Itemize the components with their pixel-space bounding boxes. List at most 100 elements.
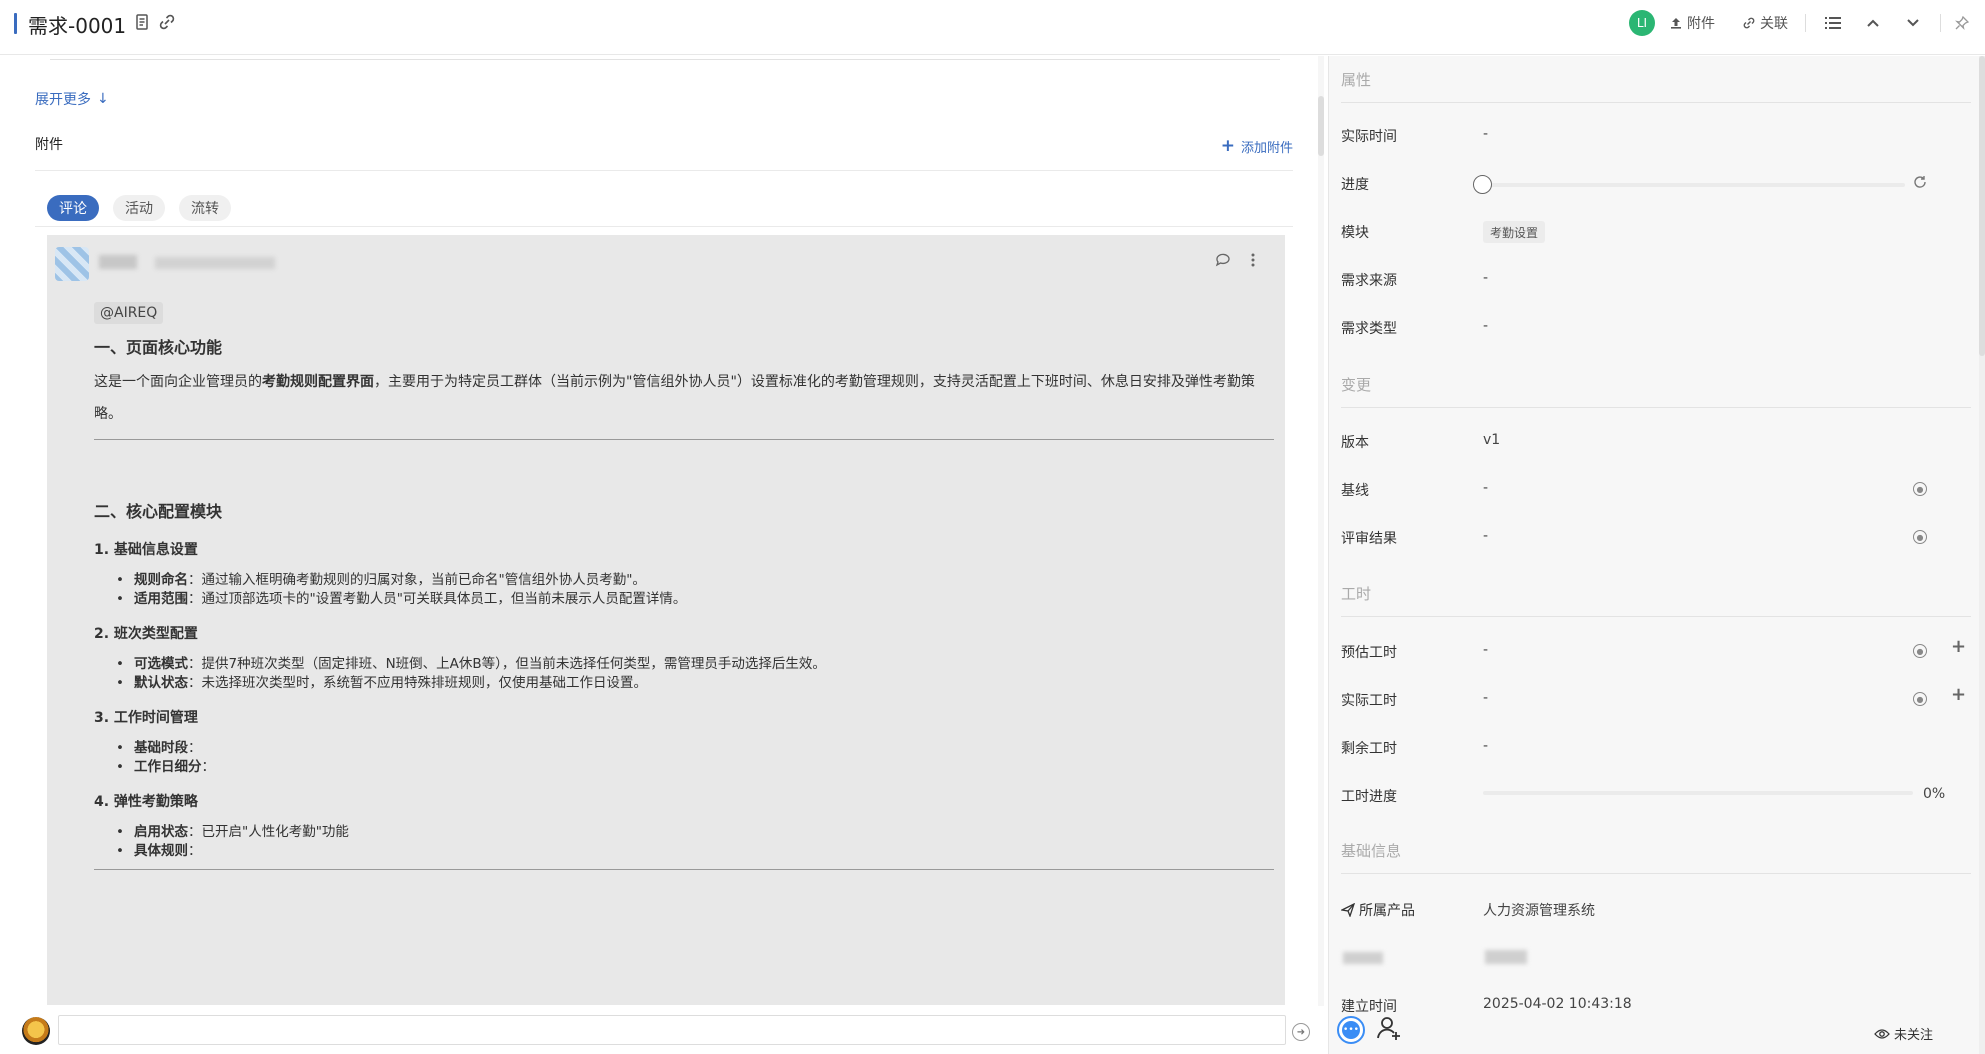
sub-heading: 2. 班次类型配置 xyxy=(94,626,198,642)
section-title-basic: 基础信息 xyxy=(1341,842,1402,860)
item-text: ： xyxy=(188,843,202,859)
prop-label-hours-progress: 工时进度 xyxy=(1341,789,1397,805)
section-heading: 二、核心配置模块 xyxy=(94,502,223,521)
prop-value-remain-hours[interactable]: - xyxy=(1483,738,1488,754)
divider xyxy=(1341,407,1971,408)
divider xyxy=(1805,14,1806,32)
item-text: ： xyxy=(188,740,202,756)
prop-label-baseline: 基线 xyxy=(1341,483,1369,499)
sub-heading: 1. 基础信息设置 xyxy=(94,542,198,558)
expand-more-link[interactable]: 展开更多 ↓ xyxy=(35,89,109,109)
intro-paragraph: 这是一个面向企业管理员的考勤规则配置界面，主要用于为特定员工群体（当前示例为"管… xyxy=(94,366,1274,430)
sub-heading: 3. 工作时间管理 xyxy=(94,710,198,726)
add-attachment-button[interactable]: + 添加附件 xyxy=(1221,136,1293,156)
plus-icon: + xyxy=(1220,136,1235,156)
header-pin[interactable] xyxy=(1955,10,1969,36)
prop-label-actual-time: 实际时间 xyxy=(1341,129,1397,145)
prop-label-version: 版本 xyxy=(1341,435,1369,451)
properties-panel: 属性 实际时间 - 进度 模块 考勤设置 需求来源 - 需求类型 - 变更 版本… xyxy=(1328,56,1985,1054)
add-user-icon[interactable] xyxy=(1375,1014,1403,1042)
header-down[interactable] xyxy=(1906,10,1920,36)
list-item: 规则命名：通过输入框明确考勤规则的归属对象，当前已命名"管信组外协人员考勤"。 xyxy=(94,571,1274,590)
item-text: ：未选择班次类型时，系统暂不应用特殊排班规则，仅使用基础工作日设置。 xyxy=(188,675,647,691)
item-label: 工作日细分 xyxy=(134,759,202,775)
pin-icon[interactable] xyxy=(1955,16,1969,30)
review-action-icon[interactable]: ● xyxy=(1913,530,1927,544)
activity-tabs: 评论 活动 流转 xyxy=(47,195,231,221)
header-bar: 需求-0001 LI 附件 关联 xyxy=(0,0,1985,55)
item-text: ：通过输入框明确考勤规则的归属对象，当前已命名"管信组外协人员考勤"。 xyxy=(188,572,646,588)
divider xyxy=(94,869,1274,870)
chat-button[interactable]: ••• xyxy=(1337,1016,1365,1044)
prop-value-act-hours[interactable]: - xyxy=(1483,690,1488,706)
list-item: 默认状态：未选择班次类型时，系统暂不应用特殊排班规则，仅使用基础工作日设置。 xyxy=(94,674,1274,693)
add-act-hours-icon[interactable]: + xyxy=(1951,684,1966,705)
commenter-avatar xyxy=(55,247,89,281)
list-icon[interactable] xyxy=(1825,16,1841,30)
header-up[interactable] xyxy=(1866,10,1880,36)
progress-slider-handle[interactable] xyxy=(1473,175,1492,194)
scrollbar-thumb[interactable] xyxy=(1318,96,1324,156)
send-icon[interactable]: ➜ xyxy=(1292,1023,1310,1041)
copy-icon[interactable] xyxy=(132,12,152,32)
comment-input-bar: ➜ xyxy=(0,1008,1310,1054)
comment-input[interactable] xyxy=(58,1015,1286,1045)
header-list[interactable] xyxy=(1825,10,1841,36)
prop-label-remain-hours: 剩余工时 xyxy=(1341,741,1397,757)
chevron-down-icon[interactable] xyxy=(1906,18,1920,28)
act-hours-action-icon[interactable]: ● xyxy=(1913,692,1927,706)
prop-value-actual-time[interactable]: - xyxy=(1483,126,1488,142)
header-attach[interactable]: 附件 xyxy=(1669,10,1715,36)
mention-tag[interactable]: @AIREQ xyxy=(94,302,164,324)
prop-value-source[interactable]: - xyxy=(1483,270,1488,286)
est-hours-action-icon[interactable]: ● xyxy=(1913,644,1927,658)
prop-value-hours-progress: 0% xyxy=(1923,786,1946,802)
item-label: 具体规则 xyxy=(134,843,188,859)
tab-activity[interactable]: 活动 xyxy=(113,195,165,221)
tab-comments[interactable]: 评论 xyxy=(47,195,99,221)
progress-slider-track[interactable] xyxy=(1483,183,1905,187)
prop-value-type[interactable]: - xyxy=(1483,318,1488,334)
reply-icon[interactable] xyxy=(1215,253,1231,267)
chevron-up-icon[interactable] xyxy=(1866,18,1880,28)
intro-bold: 考勤规则配置界面 xyxy=(262,374,374,390)
link-icon[interactable] xyxy=(157,12,177,32)
tab-flow[interactable]: 流转 xyxy=(179,195,231,221)
item-text: ：已开启"人性化考勤"功能 xyxy=(188,824,349,840)
attach-button[interactable]: 附件 xyxy=(1669,13,1715,33)
refresh-icon[interactable] xyxy=(1912,174,1928,190)
header-actions: LI xyxy=(1629,10,1655,36)
prop-value-version[interactable]: v1 xyxy=(1483,432,1500,448)
sub-heading: 4. 弹性考勤策略 xyxy=(94,794,198,810)
follow-button[interactable]: 未关注 xyxy=(1874,1024,1933,1043)
prop-value-est-hours[interactable]: - xyxy=(1483,642,1488,658)
comment-card: @AIREQ 一、页面核心功能 这是一个面向企业管理员的考勤规则配置界面，主要用… xyxy=(47,235,1285,1005)
main-scrollbar[interactable] xyxy=(1318,56,1324,1006)
prop-value-product[interactable]: 人力资源管理系统 xyxy=(1483,900,1595,920)
divider xyxy=(1341,616,1971,617)
prop-value-baseline[interactable]: - xyxy=(1483,480,1488,496)
divider xyxy=(1940,14,1941,32)
scrollbar-thumb[interactable] xyxy=(1979,56,1985,356)
prop-label-source: 需求来源 xyxy=(1341,273,1397,289)
attach-button-label: 附件 xyxy=(1687,16,1715,32)
header-link[interactable]: 关联 xyxy=(1742,10,1788,36)
item-label: 默认状态 xyxy=(134,675,188,691)
bullet-list: 规则命名：通过输入框明确考勤规则的归属对象，当前已命名"管信组外协人员考勤"。 … xyxy=(94,571,1274,609)
prop-value-review[interactable]: - xyxy=(1483,528,1488,544)
item-label: 可选模式 xyxy=(134,656,188,672)
chat-bubble-icon: ••• xyxy=(1342,1021,1360,1039)
link-button[interactable]: 关联 xyxy=(1742,13,1788,33)
user-avatar[interactable]: LI xyxy=(1629,10,1655,36)
divider xyxy=(35,226,1293,227)
prop-label-product-text: 所属产品 xyxy=(1359,903,1415,919)
chain-icon xyxy=(1743,17,1755,29)
add-attachment-label: 添加附件 xyxy=(1240,140,1293,156)
comment-actions xyxy=(1215,253,1255,267)
more-vertical-icon[interactable] xyxy=(1251,253,1255,267)
panel-scrollbar[interactable] xyxy=(1979,56,1985,1054)
module-chip[interactable]: 考勤设置 xyxy=(1483,221,1546,243)
add-est-hours-icon[interactable]: + xyxy=(1951,636,1966,657)
divider xyxy=(1341,102,1971,103)
baseline-action-icon[interactable]: ● xyxy=(1913,482,1927,496)
